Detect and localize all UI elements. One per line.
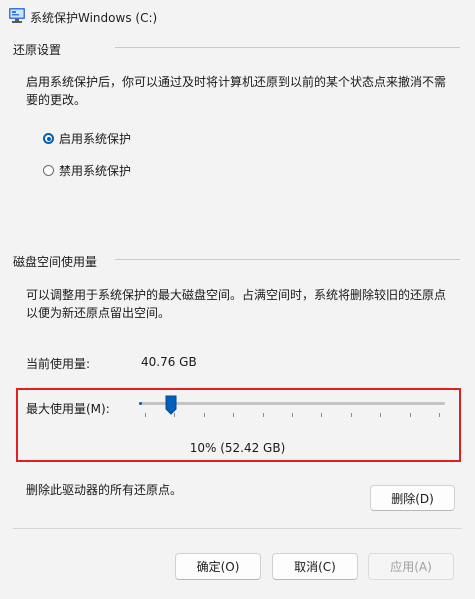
apply-button[interactable]: 应用(A) [368,553,454,580]
title-bar: 系统保护Windows (C:) [0,0,475,32]
disable-protection-label: 禁用系统保护 [59,164,132,178]
radio-unselected-icon[interactable] [43,165,54,176]
current-usage-label: 当前使用量: [26,357,91,371]
slider-tick [351,413,352,417]
max-usage-value: 10% (52.42 GB) [189,441,286,455]
restore-description-line-1: 启用系统保护后，你可以通过及时将计算机还原到以前的某个状态点来撤消不需 [26,75,447,89]
restore-description-line-2: 要的更改。 [26,93,87,107]
restore-settings-heading: 还原设置 [13,43,62,57]
ok-button[interactable]: 确定(O) [175,553,261,580]
slider-tick [263,413,264,417]
delete-restore-points-text: 删除此驱动器的所有还原点。 [26,483,183,497]
max-usage-slider-thumb[interactable] [165,395,177,415]
max-usage-label: 最大使用量(M): [26,402,110,416]
enable-protection-label: 启用系统保护 [59,132,132,146]
disk-usage-description: 可以调整用于系统保护的最大磁盘空间。占满空间时，系统将删除较旧的还原点 以便为新… [26,286,466,322]
disk-description-line-2: 以便为新还原点留出空间。 [26,306,171,320]
current-usage-value: 40.76 GB [141,355,197,369]
max-usage-slider-track[interactable] [139,402,445,405]
cancel-button[interactable]: 取消(C) [272,553,358,580]
system-properties-icon [9,8,25,23]
slider-tick [410,413,411,417]
window-title: 系统保护Windows (C:) [30,11,158,25]
disk-usage-divider [115,259,460,260]
restore-settings-description: 启用系统保护后，你可以通过及时将计算机还原到以前的某个状态点来撤消不需 要的更改… [26,73,466,109]
disable-protection-option[interactable]: 禁用系统保护 [43,162,131,179]
slider-tick [380,413,381,417]
restore-settings-divider [115,47,460,48]
slider-tick [292,413,293,417]
delete-button[interactable]: 删除(D) [370,485,455,511]
disk-usage-heading: 磁盘空间使用量 [13,255,98,269]
footer-divider [13,528,462,529]
slider-tick [321,413,322,417]
slider-tick [174,413,175,417]
slider-tick [439,413,440,417]
radio-selected-icon[interactable] [43,133,54,144]
max-usage-slider-fill [139,402,142,405]
enable-protection-option[interactable]: 启用系统保护 [43,130,131,147]
slider-tick [145,413,146,417]
disk-description-line-1: 可以调整用于系统保护的最大磁盘空间。占满空间时，系统将删除较旧的还原点 [26,288,447,302]
slider-tick [233,413,234,417]
slider-tick [204,413,205,417]
